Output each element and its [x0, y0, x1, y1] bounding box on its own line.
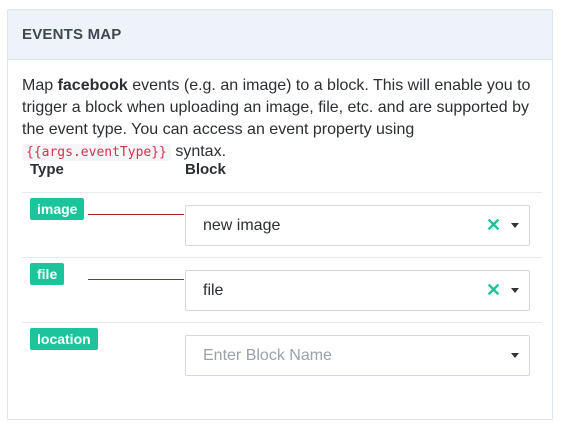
connector-line	[88, 279, 184, 280]
event-tag-location: location	[30, 328, 98, 350]
column-header-block: Block	[185, 161, 226, 178]
panel-title: EVENTS MAP	[22, 26, 122, 43]
connector-line	[88, 214, 184, 215]
event-row-image: image new image ✕	[22, 192, 542, 257]
description-text-1: Map	[22, 77, 58, 94]
block-select-file[interactable]: file ✕	[185, 270, 530, 311]
caret-down-icon[interactable]	[511, 353, 519, 358]
close-icon[interactable]: ✕	[486, 216, 501, 234]
platform-name: facebook	[57, 77, 128, 94]
event-row-location: location Enter Block Name	[22, 322, 542, 387]
panel-header: EVENTS MAP	[8, 10, 552, 60]
block-select-image[interactable]: new image ✕	[185, 205, 530, 246]
code-snippet: {{args.eventType}}	[22, 144, 171, 161]
event-row-file: file file ✕	[22, 257, 542, 322]
caret-down-icon[interactable]	[511, 288, 519, 293]
event-tag-file: file	[30, 263, 65, 285]
block-select-location[interactable]: Enter Block Name	[185, 335, 530, 376]
event-tag-image: image	[30, 198, 85, 220]
description: Map facebook events (e.g. an image) to a…	[22, 75, 542, 164]
caret-down-icon[interactable]	[511, 223, 519, 228]
events-map-panel: EVENTS MAP Map facebook events (e.g. an …	[7, 9, 553, 420]
block-select-value: new image	[203, 217, 281, 234]
close-icon[interactable]: ✕	[486, 281, 501, 299]
description-text-3: syntax.	[170, 143, 227, 160]
column-header-type: Type	[30, 161, 64, 178]
block-select-value: file	[203, 282, 224, 299]
block-select-placeholder: Enter Block Name	[203, 347, 332, 364]
